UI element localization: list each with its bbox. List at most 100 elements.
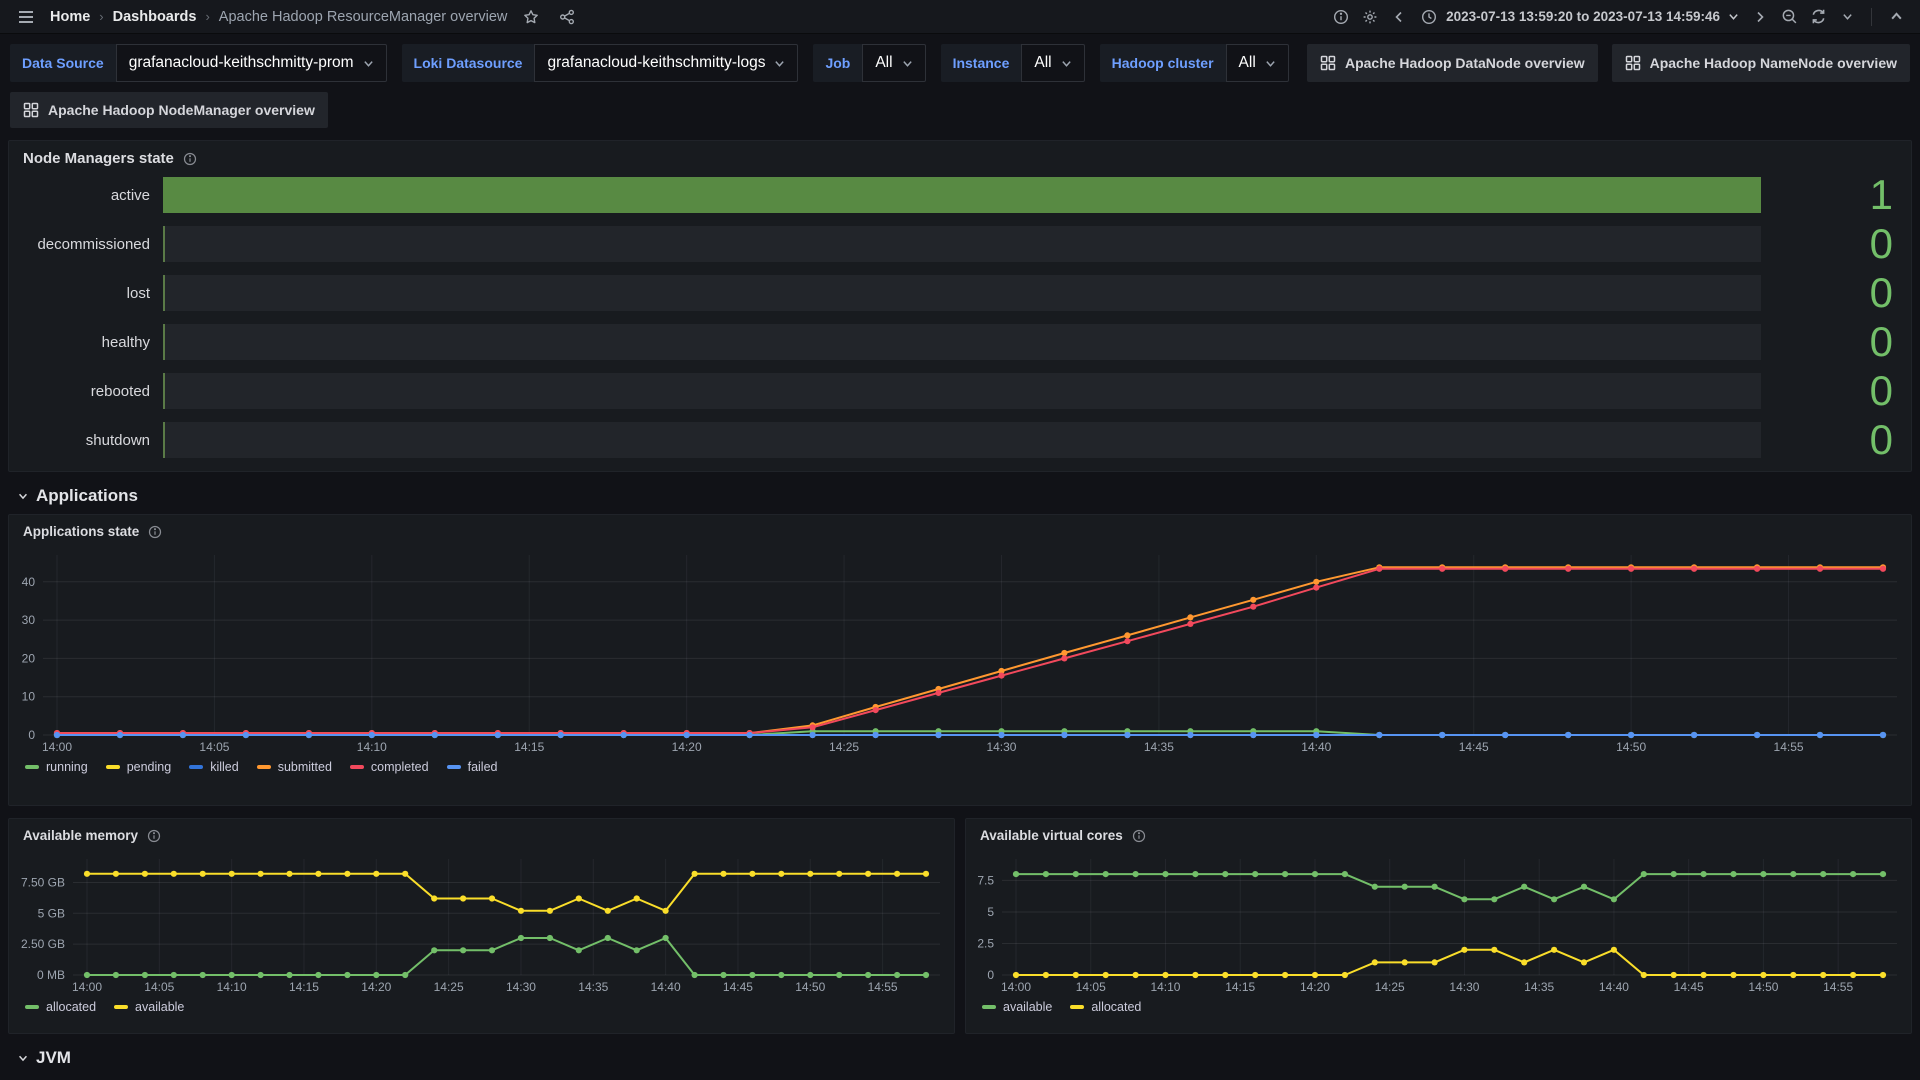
settings-gear-icon[interactable] (1358, 5, 1382, 29)
bar-gauge-label: decommissioned (11, 236, 163, 253)
time-range-picker[interactable]: 2023-07-13 13:59:20 to 2023-07-13 14:59:… (1416, 8, 1743, 26)
panel-header[interactable]: Available virtual cores (966, 819, 1911, 849)
bar-gauge-label: rebooted (11, 383, 163, 400)
panel-info-icon[interactable] (148, 525, 162, 539)
breadcrumb-home[interactable]: Home (50, 9, 90, 25)
share-icon[interactable] (555, 5, 579, 29)
variable-value-dropdown[interactable]: grafanacloud-keithschmitty-logs (534, 44, 798, 82)
svg-text:14:55: 14:55 (868, 980, 898, 994)
applications-state-chart[interactable]: 14:0014:0514:1014:1514:2014:2514:3014:35… (9, 545, 1911, 757)
bar-gauge-track (163, 373, 1761, 409)
time-range-text: 2023-07-13 13:59:20 to 2023-07-13 14:59:… (1446, 9, 1720, 24)
breadcrumb-dashboards[interactable]: Dashboards (113, 9, 197, 25)
svg-text:14:15: 14:15 (289, 980, 319, 994)
panel-info-icon[interactable] (147, 829, 161, 843)
svg-text:14:45: 14:45 (723, 980, 753, 994)
panel-header[interactable]: Applications state (9, 515, 1911, 545)
svg-text:14:50: 14:50 (795, 980, 825, 994)
legend-item-completed[interactable]: completed (350, 760, 429, 774)
svg-text:14:00: 14:00 (1001, 980, 1031, 994)
caret-up-icon[interactable] (1884, 5, 1908, 29)
chevron-down-icon (363, 58, 374, 69)
bar-gauge-row-shutdown: shutdown0 (11, 422, 1909, 458)
legend-item-failed[interactable]: failed (447, 760, 498, 774)
bar-gauge-row-lost: lost0 (11, 275, 1909, 311)
panel-title: Applications state (23, 524, 139, 539)
svg-text:14:30: 14:30 (506, 980, 536, 994)
dashboard-link-button[interactable]: Apache Hadoop NameNode overview (1612, 44, 1910, 82)
time-series-plot[interactable]: 14:0014:0514:1014:1514:2014:2514:3014:35… (966, 849, 1911, 997)
svg-text:14:25: 14:25 (1375, 980, 1405, 994)
breadcrumb-separator: › (99, 9, 103, 24)
refresh-icon[interactable] (1806, 5, 1830, 29)
variable-label: Loki Datasource (402, 44, 535, 82)
zoom-out-icon[interactable] (1777, 5, 1801, 29)
chevron-down-icon (774, 58, 785, 69)
legend-item-available[interactable]: available (114, 1000, 184, 1014)
panel-title: Available virtual cores (980, 828, 1123, 843)
apps-grid-icon (1320, 55, 1336, 71)
svg-text:14:10: 14:10 (217, 980, 247, 994)
svg-text:14:55: 14:55 (1823, 980, 1853, 994)
legend-label: running (46, 760, 88, 774)
legend-item-allocated[interactable]: allocated (25, 1000, 96, 1014)
dashboard-link-button[interactable]: Apache Hadoop DataNode overview (1307, 44, 1598, 82)
svg-text:30: 30 (22, 613, 36, 627)
svg-text:0: 0 (987, 968, 994, 982)
dashboard-links-second-row: Apache Hadoop NodeManager overview (10, 92, 1910, 128)
panel-info-icon[interactable] (183, 152, 197, 166)
variable-instance: InstanceAll (941, 44, 1085, 82)
legend-item-running[interactable]: running (25, 760, 88, 774)
available-memory-chart[interactable]: 14:0014:0514:1014:1514:2014:2514:3014:35… (9, 849, 954, 997)
legend-label: killed (210, 760, 239, 774)
legend-item-pending[interactable]: pending (106, 760, 172, 774)
chart-legend: running pending killed submitted completed fa… (9, 757, 1911, 780)
svg-text:14:30: 14:30 (1449, 980, 1479, 994)
menu-hamburger-icon[interactable] (14, 5, 38, 29)
top-nav: Home › Dashboards › Apache Hadoop Resour… (0, 0, 1920, 34)
svg-text:14:20: 14:20 (1300, 980, 1330, 994)
panel-node-managers-state: Node Managers state active1 decommissione… (8, 140, 1912, 472)
svg-text:20: 20 (22, 651, 36, 665)
svg-text:14:05: 14:05 (144, 980, 174, 994)
svg-text:14:55: 14:55 (1774, 740, 1804, 754)
info-circle-icon[interactable] (1329, 5, 1353, 29)
svg-text:14:20: 14:20 (672, 740, 702, 754)
time-series-plot[interactable]: 14:0014:0514:1014:1514:2014:2514:3014:35… (9, 849, 954, 997)
panel-info-icon[interactable] (1132, 829, 1146, 843)
bar-gauge-row-active: active1 (11, 177, 1909, 213)
dashboard-link-label: Apache Hadoop DataNode overview (1345, 55, 1585, 71)
svg-text:14:35: 14:35 (1144, 740, 1174, 754)
svg-text:14:45: 14:45 (1674, 980, 1704, 994)
legend-item-submitted[interactable]: submitted (257, 760, 332, 774)
svg-text:14:25: 14:25 (434, 980, 464, 994)
variable-value: All (875, 54, 892, 72)
time-series-plot[interactable]: 14:0014:0514:1014:1514:2014:2514:3014:35… (9, 545, 1911, 757)
panel-header[interactable]: Node Managers state (9, 141, 1911, 173)
svg-text:14:00: 14:00 (72, 980, 102, 994)
variable-value-dropdown[interactable]: All (1226, 44, 1289, 82)
svg-text:14:15: 14:15 (514, 740, 544, 754)
legend-item-killed[interactable]: killed (189, 760, 239, 774)
section-jvm[interactable]: JVM (17, 1048, 1912, 1068)
available-virtual-cores-chart[interactable]: 14:0014:0514:1014:1514:2014:2514:3014:35… (966, 849, 1911, 997)
refresh-interval-chevron-icon[interactable] (1835, 5, 1859, 29)
legend-item-allocated[interactable]: allocated (1070, 1000, 1141, 1014)
panel-header[interactable]: Available memory (9, 819, 954, 849)
dashboard-link-button[interactable]: Apache Hadoop NodeManager overview (10, 92, 328, 128)
section-applications[interactable]: Applications (17, 486, 1912, 506)
variable-value-dropdown[interactable]: All (1021, 44, 1084, 82)
svg-text:14:05: 14:05 (1076, 980, 1106, 994)
time-shift-forward-icon[interactable] (1748, 5, 1772, 29)
variable-value-dropdown[interactable]: All (862, 44, 925, 82)
svg-text:14:40: 14:40 (651, 980, 681, 994)
breadcrumb-separator: › (205, 9, 209, 24)
svg-text:5 GB: 5 GB (38, 906, 65, 920)
variable-value-dropdown[interactable]: grafanacloud-keithschmitty-prom (116, 44, 387, 82)
legend-item-available[interactable]: available (982, 1000, 1052, 1014)
chart-legend: allocated available (9, 997, 954, 1020)
time-shift-back-icon[interactable] (1387, 5, 1411, 29)
favorite-star-icon[interactable] (519, 5, 543, 29)
bar-gauge-value: 1 (1761, 177, 1909, 213)
bar-gauge-track (163, 324, 1761, 360)
